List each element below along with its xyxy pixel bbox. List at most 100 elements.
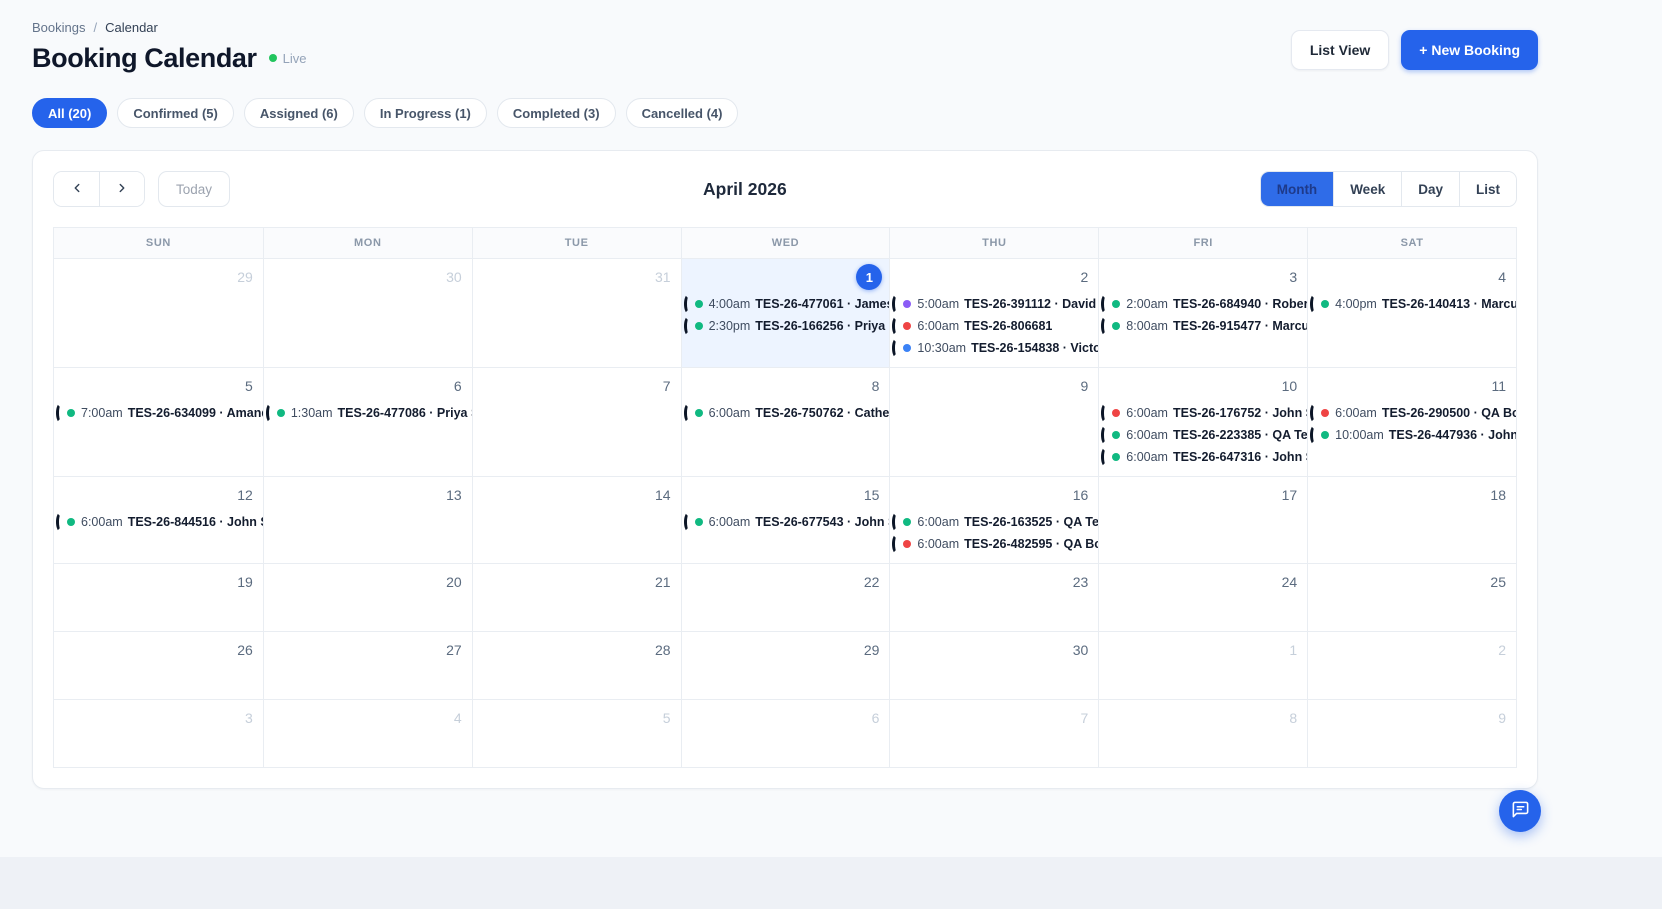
today-button[interactable]: Today <box>158 171 230 207</box>
day-cell-26[interactable]: 26 <box>54 631 263 699</box>
today-day-badge: 1 <box>856 264 882 290</box>
day-number: 24 <box>1282 574 1298 590</box>
day-cell-22[interactable]: 22 <box>681 563 890 631</box>
day-cell-31[interactable]: 31 <box>472 259 681 367</box>
day-cell-9[interactable]: 9 <box>1307 699 1516 767</box>
event-item[interactable]: 6:00amTES-26-163525 · QA Tes <box>890 511 1098 533</box>
event-item[interactable]: 6:00amTES-26-482595 · QA Bo <box>890 533 1098 555</box>
day-cell-9[interactable]: 9 <box>889 367 1098 476</box>
day-cell-11[interactable]: 116:00amTES-26-290500 · QA Bo10:00amTES-… <box>1307 367 1516 476</box>
day-cell-28[interactable]: 28 <box>472 631 681 699</box>
day-cell-25[interactable]: 25 <box>1307 563 1516 631</box>
event-item[interactable]: 6:00amTES-26-806681 <box>890 315 1098 337</box>
view-tab-day[interactable]: Day <box>1401 172 1459 206</box>
event-status-dot <box>1321 300 1329 308</box>
page-title: Booking Calendar <box>32 42 257 74</box>
day-cell-13[interactable]: 13 <box>263 476 472 563</box>
event-item[interactable]: 2:00amTES-26-684940 · Rober <box>1099 293 1307 315</box>
day-number: 29 <box>864 642 880 658</box>
day-cell-3[interactable]: 3 <box>54 699 263 767</box>
day-cell-19[interactable]: 19 <box>54 563 263 631</box>
event-time: 6:00am <box>709 406 751 420</box>
day-cell-6[interactable]: 6 <box>681 699 890 767</box>
filter-pill-completed-3[interactable]: Completed (3) <box>497 98 616 128</box>
event-item[interactable]: 5:00amTES-26-391112 · David C <box>890 293 1098 315</box>
event-item[interactable]: 6:00amTES-26-647316 · John S <box>1099 446 1307 468</box>
chat-launcher-button[interactable] <box>1499 790 1541 832</box>
event-item[interactable]: 2:30pmTES-26-166256 · Priya S <box>682 315 890 337</box>
day-cell-1[interactable]: 1 4:00amTES-26-477061 · James2:30pmTES-26… <box>681 259 890 367</box>
event-item[interactable]: 4:00amTES-26-477061 · James <box>682 293 890 315</box>
day-cell-10[interactable]: 106:00amTES-26-176752 · John S6:00amTES-… <box>1098 367 1307 476</box>
day-cell-5[interactable]: 57:00amTES-26-634099 · Amand <box>54 367 263 476</box>
event-item[interactable]: 1:30amTES-26-477086 · Priya S <box>264 402 472 424</box>
event-label: TES-26-477061 · James <box>755 297 889 311</box>
event-time: 6:00am <box>917 319 959 333</box>
day-cell-27[interactable]: 27 <box>263 631 472 699</box>
event-item[interactable]: 4:00pmTES-26-140413 · Marcus <box>1308 293 1516 315</box>
day-cell-12[interactable]: 126:00amTES-26-844516 · John S <box>54 476 263 563</box>
filter-pill-assigned-6[interactable]: Assigned (6) <box>244 98 354 128</box>
list-view-button[interactable]: List View <box>1291 30 1389 70</box>
day-number: 26 <box>237 642 253 658</box>
day-cell-8[interactable]: 8 6:00amTES-26-750762 · Cather <box>681 367 890 476</box>
day-cell-2[interactable]: 25:00amTES-26-391112 · David C6:00amTES-… <box>889 259 1098 367</box>
day-cell-24[interactable]: 24 <box>1098 563 1307 631</box>
event-time: 8:00am <box>1126 319 1168 333</box>
event-item[interactable]: 6:00amTES-26-844516 · John S <box>54 511 263 533</box>
day-cell-30[interactable]: 30 <box>889 631 1098 699</box>
day-number-row: 8 <box>1099 706 1307 730</box>
day-cell-14[interactable]: 14 <box>472 476 681 563</box>
day-cell-7[interactable]: 7 <box>472 367 681 476</box>
event-item[interactable]: 10:30amTES-26-154838 · Victo <box>890 337 1098 359</box>
day-cell-29[interactable]: 29 <box>54 259 263 367</box>
day-cell-6[interactable]: 61:30amTES-26-477086 · Priya S <box>263 367 472 476</box>
day-cell-7[interactable]: 7 <box>889 699 1098 767</box>
day-cell-8[interactable]: 8 <box>1098 699 1307 767</box>
new-booking-button[interactable]: + New Booking <box>1401 30 1538 70</box>
event-item[interactable]: 8:00amTES-26-915477 · Marcu <box>1099 315 1307 337</box>
day-cell-2[interactable]: 2 <box>1307 631 1516 699</box>
day-cell-4[interactable]: 44:00pmTES-26-140413 · Marcus <box>1307 259 1516 367</box>
event-status-dot <box>695 322 703 330</box>
view-tab-list[interactable]: List <box>1459 172 1516 206</box>
day-cell-20[interactable]: 20 <box>263 563 472 631</box>
day-cell-16[interactable]: 166:00amTES-26-163525 · QA Tes6:00amTES-… <box>889 476 1098 563</box>
day-cell-5[interactable]: 5 <box>472 699 681 767</box>
day-cell-17[interactable]: 17 <box>1098 476 1307 563</box>
day-number: 8 <box>1289 710 1297 726</box>
filter-pill-cancelled-4[interactable]: Cancelled (4) <box>626 98 739 128</box>
filter-pill-all-20[interactable]: All (20) <box>32 98 107 128</box>
prev-month-button[interactable] <box>54 172 99 206</box>
day-number-row: 23 <box>890 570 1098 594</box>
event-item[interactable]: 6:00amTES-26-290500 · QA Bo <box>1308 402 1516 424</box>
day-cell-1[interactable]: 1 <box>1098 631 1307 699</box>
filter-pill-in-progress-1[interactable]: In Progress (1) <box>364 98 487 128</box>
view-tab-week[interactable]: Week <box>1333 172 1401 206</box>
day-cell-29[interactable]: 29 <box>681 631 890 699</box>
top-bar: Bookings / Calendar Booking Calendar Liv… <box>32 20 1538 74</box>
filter-pill-confirmed-5[interactable]: Confirmed (5) <box>117 98 234 128</box>
day-cell-21[interactable]: 21 <box>472 563 681 631</box>
view-tab-month[interactable]: Month <box>1261 172 1333 206</box>
next-month-button[interactable] <box>99 172 144 206</box>
day-number-row: 6 <box>682 706 890 730</box>
day-cell-4[interactable]: 4 <box>263 699 472 767</box>
status-filter-pills: All (20) Confirmed (5) Assigned (6) In Prog… <box>32 98 1538 128</box>
day-cell-3[interactable]: 32:00amTES-26-684940 · Rober8:00amTES-26… <box>1098 259 1307 367</box>
day-cell-15[interactable]: 156:00amTES-26-677543 · John S <box>681 476 890 563</box>
event-item[interactable]: 7:00amTES-26-634099 · Amand <box>54 402 263 424</box>
day-cell-23[interactable]: 23 <box>889 563 1098 631</box>
event-item[interactable]: 6:00amTES-26-223385 · QA Te <box>1099 424 1307 446</box>
event-label: TES-26-391112 · David C <box>964 297 1098 311</box>
breadcrumb-bookings[interactable]: Bookings <box>32 20 85 35</box>
day-cell-30[interactable]: 30 <box>263 259 472 367</box>
event-item[interactable]: 6:00amTES-26-677543 · John S <box>682 511 890 533</box>
event-item[interactable]: 6:00amTES-26-176752 · John S <box>1099 402 1307 424</box>
day-number-row: 20 <box>264 570 472 594</box>
event-item[interactable]: 6:00amTES-26-750762 · Cather <box>682 402 890 424</box>
event-item[interactable]: 10:00amTES-26-447936 · John <box>1308 424 1516 446</box>
day-cell-18[interactable]: 18 <box>1307 476 1516 563</box>
day-number: 8 <box>872 378 880 394</box>
day-number: 30 <box>446 269 462 285</box>
